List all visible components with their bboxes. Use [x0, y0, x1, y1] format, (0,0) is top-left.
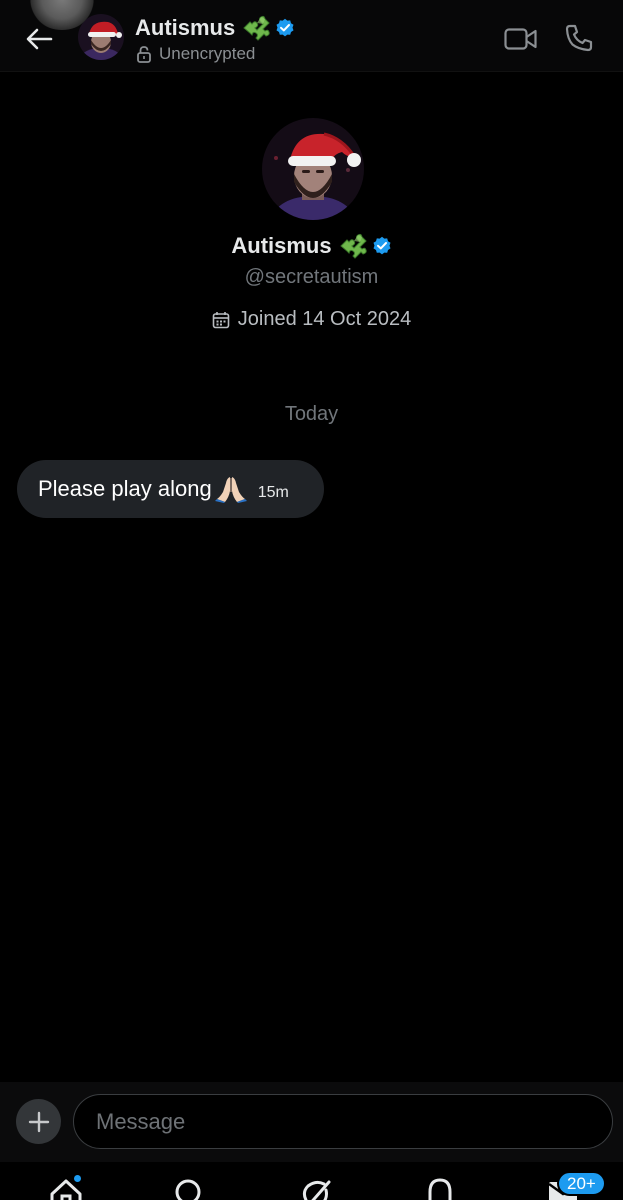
home-notification-dot	[73, 1174, 82, 1183]
add-attachment-button[interactable]	[16, 1099, 61, 1144]
joined-label: Joined 14 Oct 2024	[237, 308, 412, 330]
search-icon	[175, 1179, 201, 1200]
puzzle-icon	[338, 232, 368, 260]
message-timestamp: 15m	[257, 484, 289, 501]
message-text: Please play along	[38, 476, 212, 501]
video-call-icon	[504, 28, 537, 50]
header-name: Autismus	[135, 15, 236, 40]
puzzle-icon	[241, 14, 271, 42]
chat-header: Autismus Unencrypted	[0, 0, 623, 72]
message-bubble[interactable]: Please play along 15m	[17, 460, 324, 518]
lock-icon	[136, 45, 152, 63]
profile-avatar[interactable]	[262, 118, 364, 220]
profile-title: Autismus	[0, 229, 623, 263]
folded-hands-emoji	[214, 475, 248, 503]
voice-call-button[interactable]	[563, 22, 595, 54]
profile-handle[interactable]: @secretautism	[0, 266, 623, 289]
calendar-icon	[212, 311, 230, 329]
nav-notifications[interactable]	[420, 1176, 460, 1200]
verified-icon	[372, 236, 392, 256]
verified-icon	[275, 18, 295, 38]
bell-icon	[428, 1178, 452, 1200]
grok-icon	[302, 1180, 331, 1200]
encryption-status: Unencrypted	[136, 44, 255, 64]
back-arrow-icon	[26, 28, 53, 50]
nav-search[interactable]	[169, 1176, 209, 1200]
day-separator: Today	[284, 403, 339, 425]
profile-name: Autismus	[231, 233, 332, 258]
phone-icon	[565, 24, 593, 52]
video-call-button[interactable]	[504, 24, 538, 54]
messages-badge: 20+	[557, 1171, 606, 1196]
nav-grok[interactable]	[296, 1176, 336, 1200]
message-input[interactable]	[73, 1094, 613, 1149]
header-title[interactable]: Autismus	[135, 14, 295, 42]
encryption-label: Unencrypted	[159, 44, 256, 63]
plus-icon	[28, 1111, 49, 1132]
joined-date: Joined 14 Oct 2024	[0, 308, 623, 331]
